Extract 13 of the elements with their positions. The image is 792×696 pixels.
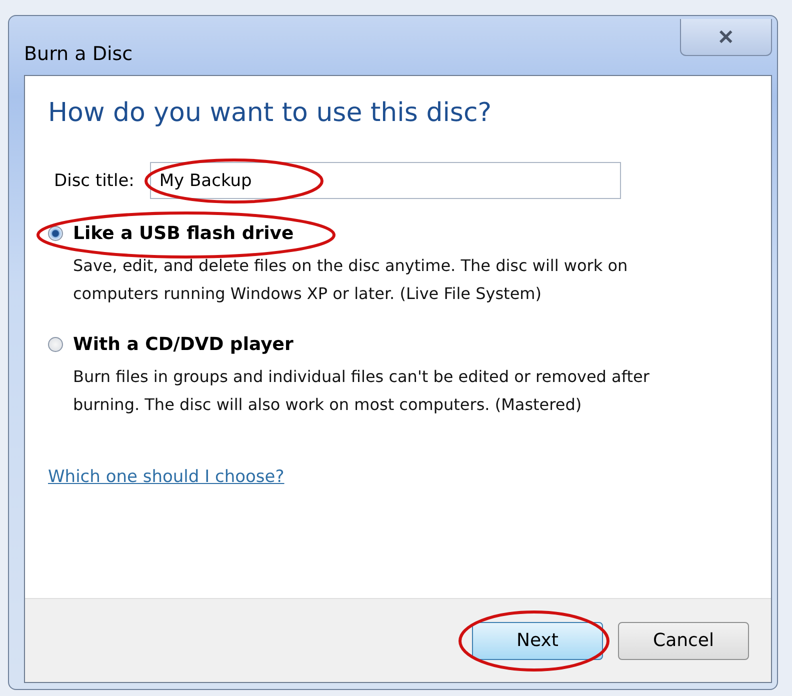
option-description: Save, edit, and delete files on the disc anytime. The disc will work on computers running Windows XP or later. (Live File System) <box>73 255 629 305</box>
disc-title-field[interactable]: My Backup <box>150 162 622 199</box>
help-link[interactable]: Which one should I choose? <box>48 467 284 487</box>
next-button[interactable]: Next <box>472 622 603 660</box>
window-title: Burn a Disc <box>24 43 133 65</box>
option-label[interactable]: With a CD/DVD player <box>73 334 294 355</box>
close-button[interactable]: ✕ <box>680 19 772 56</box>
dialog-heading: How do you want to use this disc? <box>48 98 492 128</box>
radio-button[interactable] <box>48 226 63 241</box>
cancel-button[interactable]: Cancel <box>618 622 749 660</box>
field-label: Disc title: <box>54 170 134 190</box>
option-description: Burn files in groups and individual files can't be edited or removed after burning. The disc will also work on most computers. (Mastered) <box>73 366 650 416</box>
radio-button[interactable] <box>48 337 63 352</box>
